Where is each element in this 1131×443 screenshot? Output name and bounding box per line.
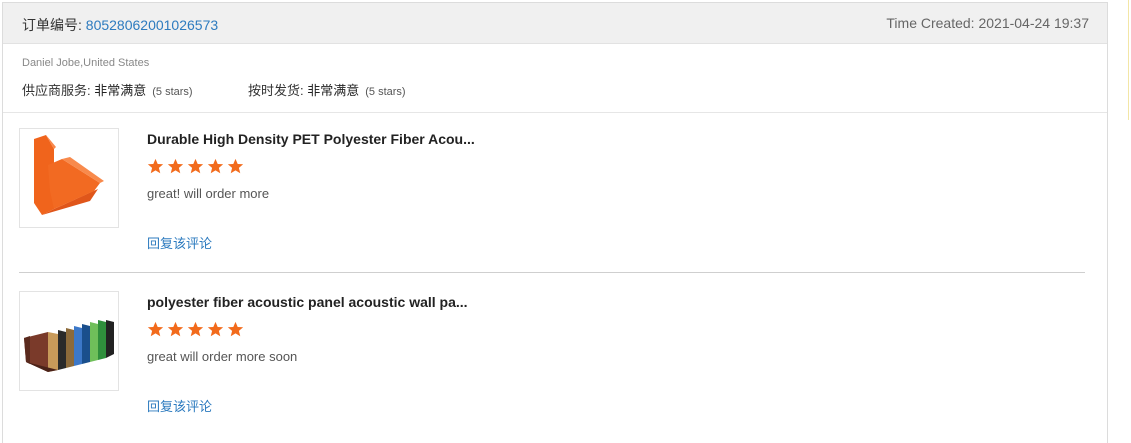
product-title[interactable]: Durable High Density PET Polyester Fiber… bbox=[147, 131, 475, 147]
star-rating bbox=[147, 321, 244, 338]
orange-acoustic-panel-icon bbox=[20, 129, 118, 227]
time-created: Time Created: 2021-04-24 19:37 bbox=[886, 15, 1089, 31]
reply-review-link[interactable]: 回复该评论 bbox=[147, 233, 212, 252]
star-icon bbox=[187, 321, 204, 337]
star-icon bbox=[227, 158, 244, 174]
review-item: polyester fiber acoustic panel acoustic … bbox=[19, 291, 1085, 431]
star-rating bbox=[147, 158, 244, 175]
on-time-shipping-rating: 按时发货: 非常满意 (5 stars) bbox=[248, 80, 406, 99]
supplier-service-label: 供应商服务: bbox=[22, 83, 95, 98]
buyer-name-location: Daniel Jobe,United States bbox=[22, 57, 150, 69]
star-icon bbox=[167, 321, 184, 337]
review-item: Durable High Density PET Polyester Fiber… bbox=[19, 128, 1085, 268]
supplier-service-value: 非常满意 bbox=[94, 83, 147, 98]
order-number-link[interactable]: 80528062001026573 bbox=[86, 17, 218, 33]
on-time-shipping-label: 按时发货: bbox=[248, 83, 308, 98]
order-number-label: 订单编号: bbox=[22, 17, 86, 33]
supplier-service-stars: (5 stars) bbox=[152, 86, 193, 98]
product-thumbnail[interactable] bbox=[19, 291, 119, 391]
review-divider bbox=[19, 272, 1085, 273]
page-edge-line bbox=[1128, 0, 1129, 120]
star-icon bbox=[207, 158, 224, 174]
supplier-service-rating: 供应商服务: 非常满意 (5 stars) bbox=[22, 80, 193, 99]
reply-review-link[interactable]: 回复该评论 bbox=[147, 396, 212, 415]
star-icon bbox=[227, 321, 244, 337]
on-time-shipping-value: 非常满意 bbox=[307, 83, 360, 98]
colorful-acoustic-panels-icon bbox=[20, 292, 118, 390]
star-icon bbox=[187, 158, 204, 174]
star-icon bbox=[147, 321, 164, 337]
order-number-row: 订单编号: 80528062001026573 bbox=[22, 15, 218, 35]
star-icon bbox=[167, 158, 184, 174]
review-comment: great! will order more bbox=[147, 186, 270, 201]
buyer-info: Daniel Jobe,United States 供应商服务: 非常满意 (5 … bbox=[3, 44, 1107, 113]
on-time-shipping-stars: (5 stars) bbox=[365, 86, 406, 98]
order-header: 订单编号: 80528062001026573 Time Created: 20… bbox=[3, 3, 1107, 44]
star-icon bbox=[207, 321, 224, 337]
product-title[interactable]: polyester fiber acoustic panel acoustic … bbox=[147, 294, 468, 310]
review-comment: great will order more soon bbox=[147, 349, 298, 364]
star-icon bbox=[147, 158, 164, 174]
product-thumbnail[interactable] bbox=[19, 128, 119, 228]
